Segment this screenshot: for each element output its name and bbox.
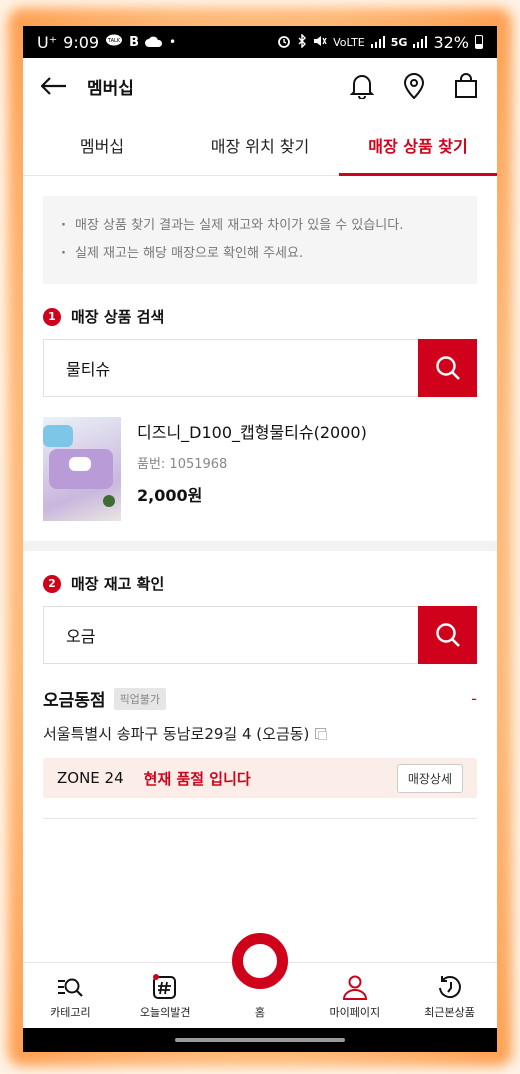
store-search-input[interactable]: 오금 — [43, 606, 418, 664]
alarm-icon — [277, 33, 291, 52]
app-bar: 멤버십 — [23, 58, 497, 114]
product-search-button[interactable] — [418, 339, 477, 397]
notice-item: 매장 상품 찾기 결과는 실제 재고와 차이가 있을 수 있습니다. — [61, 212, 459, 240]
location-pin-icon — [403, 73, 425, 99]
search-icon — [435, 623, 460, 647]
section-title: 매장 상품 검색 — [71, 308, 165, 326]
tab-store-product[interactable]: 매장 상품 찾기 — [339, 114, 497, 176]
shopping-bag-icon — [455, 73, 477, 98]
section-divider — [23, 541, 497, 551]
system-gesture-bar — [23, 1028, 497, 1052]
store-header: 오금동점 픽업불가 - — [43, 686, 477, 711]
section-title: 매장 재고 확인 — [71, 575, 165, 593]
stock-status: 현재 품절 입니다 — [143, 769, 251, 788]
tab-store-location[interactable]: 매장 위치 찾기 — [181, 114, 339, 175]
person-icon — [342, 975, 367, 1000]
collapse-toggle[interactable]: - — [471, 689, 477, 708]
notice-box: 매장 상품 찾기 결과는 실제 재고와 차이가 있을 수 있습니다. 실제 재고… — [43, 196, 477, 284]
nav-label: 홈 — [254, 1006, 266, 1019]
nav-recent[interactable]: 최근본상품 — [402, 963, 497, 1028]
bluetooth-icon — [297, 32, 307, 52]
hashtag-icon — [153, 974, 177, 999]
store-detail-button[interactable]: 매장상세 — [396, 763, 463, 793]
tab-membership[interactable]: 멤버십 — [23, 114, 181, 175]
nav-label: 최근본상품 — [424, 1006, 475, 1019]
category-search-icon — [58, 978, 84, 997]
volte-label: VoLTE — [333, 35, 365, 49]
store-search-button[interactable] — [418, 606, 477, 664]
search-icon — [435, 356, 460, 380]
nav-label: 카테고리 — [50, 1006, 91, 1019]
home-ring-icon — [231, 933, 288, 989]
store-address-row: 서울특별시 송파구 동남로29길 4 (오금동) — [43, 723, 477, 744]
history-icon — [438, 976, 461, 999]
b-icon: B — [129, 34, 140, 50]
nav-category[interactable]: 카테고리 — [23, 963, 118, 1028]
talk-icon: TALK — [105, 33, 123, 52]
dot-indicator: • — [169, 35, 177, 49]
battery-icon — [475, 35, 483, 49]
location-button[interactable] — [401, 72, 427, 100]
battery-percent: 32% — [433, 32, 469, 52]
cart-button[interactable] — [453, 72, 479, 100]
mute-icon — [313, 33, 327, 52]
signal-icon-2 — [413, 33, 428, 52]
store-search-row: 오금 — [43, 606, 477, 664]
phone-screen: U⁺ 9:09 TALK B • VoLTE 5G 32% 멤버십 멤버십 매장… — [23, 26, 497, 1052]
copy-icon[interactable] — [315, 728, 328, 740]
list-divider — [43, 818, 477, 819]
pickup-badge: 픽업불가 — [113, 687, 167, 710]
step-number: 1 — [43, 307, 61, 326]
nav-label: 마이페이지 — [329, 1006, 381, 1019]
step-number: 2 — [43, 574, 61, 593]
bottom-navigation: 카테고리 오늘의발견 홈 마이페이지 최근본상품 — [23, 933, 497, 1028]
product-name: 디즈니_D100_캡형물티슈(2000) — [137, 423, 367, 442]
product-thumbnail — [43, 417, 121, 521]
product-search-heading: 1 매장 상품 검색 — [43, 306, 477, 327]
notification-button[interactable] — [349, 72, 375, 100]
signal-icon — [370, 33, 385, 52]
stock-status-row: ZONE 24 현재 품절 입니다 매장상세 — [43, 758, 477, 798]
back-arrow-icon — [41, 77, 66, 95]
nav-home[interactable]: 홈 — [213, 933, 308, 1028]
product-price: 2,000원 — [137, 486, 203, 505]
store-address: 서울특별시 송파구 동남로29길 4 (오금동) — [43, 725, 310, 743]
store-name: 오금동점 — [43, 691, 106, 711]
nav-label: 오늘의발견 — [139, 1006, 191, 1019]
zone-label: ZONE 24 — [57, 769, 124, 787]
product-search-input[interactable]: 물티슈 — [43, 339, 418, 397]
carrier: U⁺ — [37, 32, 58, 52]
tab-bar: 멤버십 매장 위치 찾기 매장 상품 찾기 — [23, 114, 497, 176]
nav-discover[interactable]: 오늘의발견 — [118, 963, 213, 1028]
status-bar: U⁺ 9:09 TALK B • VoLTE 5G 32% — [23, 26, 497, 58]
back-button[interactable] — [41, 71, 71, 101]
product-code: 품번: 1051968 — [137, 457, 228, 472]
product-result[interactable]: 디즈니_D100_캡형물티슈(2000) 품번: 1051968 2,000원 — [43, 417, 477, 521]
page-title: 멤버십 — [87, 78, 134, 99]
stock-check-heading: 2 매장 재고 확인 — [43, 573, 477, 594]
clock: 9:09 — [63, 32, 100, 52]
gesture-handle[interactable] — [175, 1038, 345, 1042]
notice-item: 실제 재고는 해당 매장으로 확인해 주세요. — [61, 240, 459, 268]
cloud-icon — [145, 33, 163, 52]
bell-icon — [350, 75, 374, 99]
product-search-row: 물티슈 — [43, 339, 477, 397]
network-type: 5G — [390, 35, 408, 49]
svg-text:TALK: TALK — [107, 38, 121, 44]
nav-mypage[interactable]: 마이페이지 — [307, 963, 402, 1028]
